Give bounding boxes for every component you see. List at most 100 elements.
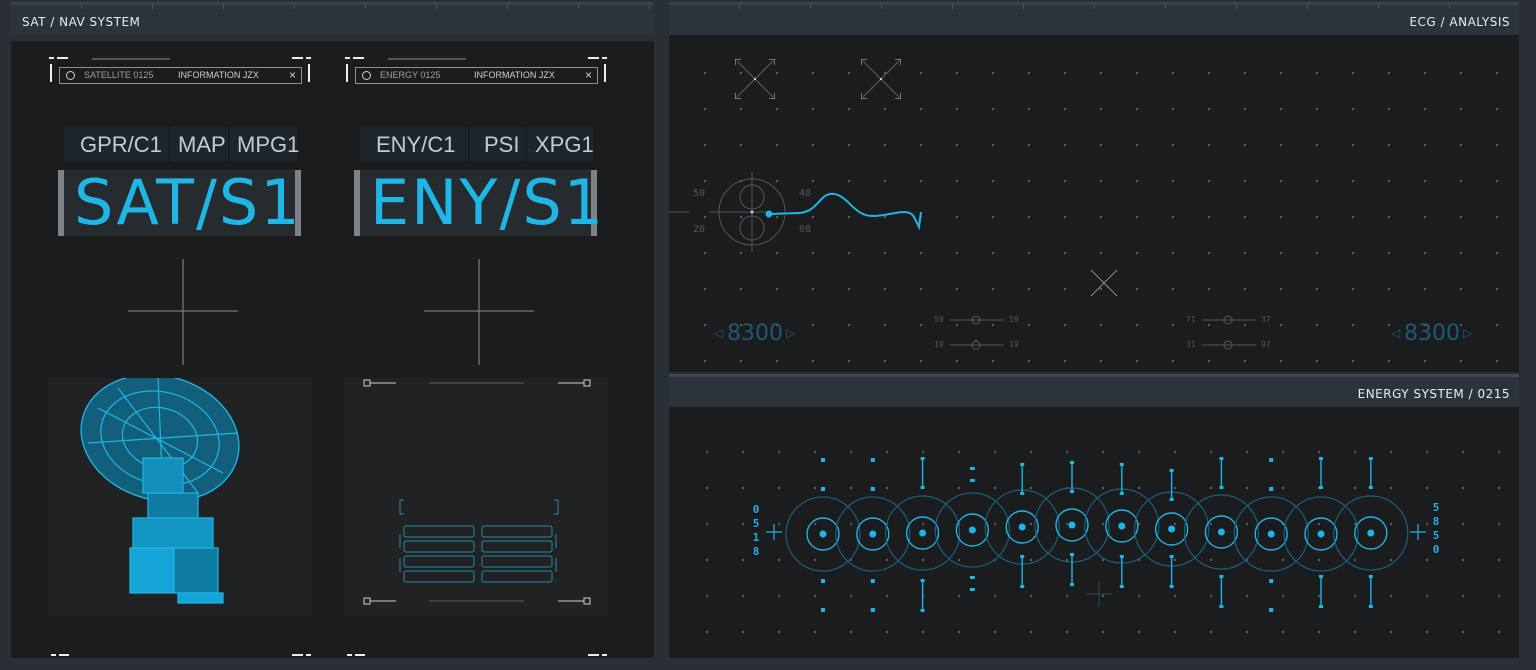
- ring-mark: [969, 588, 975, 591]
- gauge-label-tl: 50: [693, 188, 706, 199]
- ring-mark: [1319, 486, 1323, 489]
- ring-mark: [1269, 458, 1274, 462]
- left-panel-divider: [11, 35, 654, 41]
- code-map: MAP: [178, 132, 226, 157]
- main-code: ENY/S1: [370, 166, 606, 239]
- ring-mark: [1070, 490, 1074, 493]
- ring-mark: [1267, 530, 1275, 538]
- gauge-label-br: 08: [799, 224, 812, 235]
- gauge-label-tr: 48: [799, 188, 812, 199]
- target-icon: [362, 71, 371, 80]
- ring-mark: [1169, 585, 1174, 588]
- ring-mark: [1168, 525, 1176, 533]
- ecg-title: ECG / ANALYSIS: [1409, 15, 1510, 29]
- satellite-dish-image: [48, 374, 313, 616]
- crosshair-icon: [424, 259, 534, 365]
- focus-bracket-icon: [861, 59, 901, 99]
- ring-mark: [870, 487, 875, 491]
- ring-mark: [1269, 579, 1274, 583]
- ring-mark: [1070, 583, 1074, 586]
- close-icon[interactable]: ×: [585, 68, 592, 82]
- main-code: SAT/S1: [74, 166, 302, 239]
- ring-mark: [819, 530, 827, 538]
- schematic-frame-icon: [363, 379, 591, 605]
- ring-mark: [1269, 608, 1274, 612]
- ring-mark: [869, 530, 877, 538]
- ecg-gauge: [669, 172, 922, 252]
- slider-group-1: 59 59 19 19: [934, 312, 1024, 352]
- ring-mark: [920, 579, 925, 582]
- ring-mark: [1020, 555, 1025, 558]
- ring-mark: [1020, 585, 1025, 588]
- satellite-card: SATELLITE 0125 INFORMATION JZX × GPR/C1 …: [48, 52, 313, 632]
- ring-mark: [919, 529, 927, 537]
- main-code-box: SAT/S1: [58, 166, 301, 239]
- ring-mark: [1219, 575, 1224, 578]
- ecg-panel: ECG / ANALYSIS 50 48 20 08 ◁ 8300 ▷ ◁ 83…: [669, 2, 1519, 372]
- ring-mark: [1020, 492, 1025, 495]
- ring-mark: [870, 608, 875, 612]
- focus-bracket-icon: [735, 59, 775, 99]
- info-value: INFORMATION JZX: [178, 70, 259, 80]
- ring-mark: [1368, 605, 1373, 608]
- ring-mark: [1319, 605, 1323, 608]
- ring-mark: [1169, 498, 1174, 501]
- close-icon[interactable]: ×: [289, 68, 296, 82]
- slider-group-2: 71 37 31 97: [1186, 312, 1276, 352]
- energy-panel: ENERGY SYSTEM / 0215 0 5 1 8 5 8 5 0: [669, 374, 1519, 658]
- sat-nav-panel: SAT / NAV SYSTEM SATELLITE 0125 INFORMAT…: [11, 2, 654, 658]
- center-x-icon: [1090, 269, 1118, 297]
- ring-mark: [870, 579, 875, 583]
- readout-right-value: 8300: [1404, 321, 1460, 346]
- satellite-dish-icon: [80, 374, 240, 604]
- ring-mark: [1368, 486, 1373, 489]
- main-code-box: ENY/S1: [354, 166, 603, 239]
- ring-mark: [1119, 555, 1124, 558]
- ring-mark: [1217, 528, 1225, 536]
- slider-track-icon[interactable]: [934, 312, 1024, 352]
- ring-mark: [821, 458, 825, 462]
- ring-mark: [1368, 457, 1373, 460]
- energy-ring-array: [766, 457, 1426, 612]
- ring-mark: [1119, 585, 1124, 588]
- ring-mark: [920, 457, 925, 460]
- code-eny: ENY/C1: [376, 132, 456, 157]
- ring-mark: [969, 576, 975, 579]
- ring-mark: [1169, 555, 1174, 558]
- ring-mark: [1119, 463, 1124, 466]
- ring-mark: [1269, 487, 1274, 491]
- info-value: INFORMATION JZX: [474, 70, 555, 80]
- energy-card: ENERGY 0125 INFORMATION JZX × ENY/C1 PSI…: [344, 52, 609, 632]
- bottom-brackets: [51, 654, 607, 656]
- code-xpg: XPG1: [535, 132, 594, 157]
- ring-mark: [821, 608, 825, 612]
- ecg-header: ECG / ANALYSIS: [669, 2, 1519, 35]
- ring-mark: [1020, 463, 1025, 466]
- info-label: SATELLITE 0125: [84, 70, 154, 80]
- energy-schematic: [344, 378, 609, 616]
- code-row: ENY/C1 PSI XPG1: [360, 127, 594, 161]
- crosshair-icon: [128, 259, 238, 365]
- energy-info-bar: ENERGY 0125 INFORMATION JZX ×: [355, 67, 598, 84]
- readout-right: ◁ 8300 ▷: [1391, 321, 1473, 346]
- readout-left: ◁ 8300 ▷: [714, 321, 796, 346]
- ring-mark: [1068, 521, 1076, 529]
- ring-mark: [1317, 530, 1325, 538]
- ring-mark: [821, 487, 825, 491]
- ring-mark: [1219, 605, 1224, 608]
- ring-mark: [870, 458, 875, 462]
- ring-mark: [1367, 529, 1375, 537]
- ring-mark: [968, 526, 976, 534]
- ring-mark: [1219, 457, 1224, 460]
- ring-mark: [969, 467, 975, 470]
- code-row: GPR/C1 MAP MPG1: [64, 127, 299, 161]
- ring-mark: [1118, 522, 1126, 530]
- ring-mark: [1219, 486, 1224, 489]
- ring-mark: [920, 486, 925, 489]
- gauge-label-bl: 20: [693, 224, 706, 235]
- satellite-info-bar: SATELLITE 0125 INFORMATION JZX ×: [59, 67, 302, 84]
- slider-track-icon[interactable]: [1186, 312, 1276, 352]
- ring-mark: [1319, 575, 1323, 578]
- ring-mark: [1119, 492, 1124, 495]
- target-icon: [66, 71, 75, 80]
